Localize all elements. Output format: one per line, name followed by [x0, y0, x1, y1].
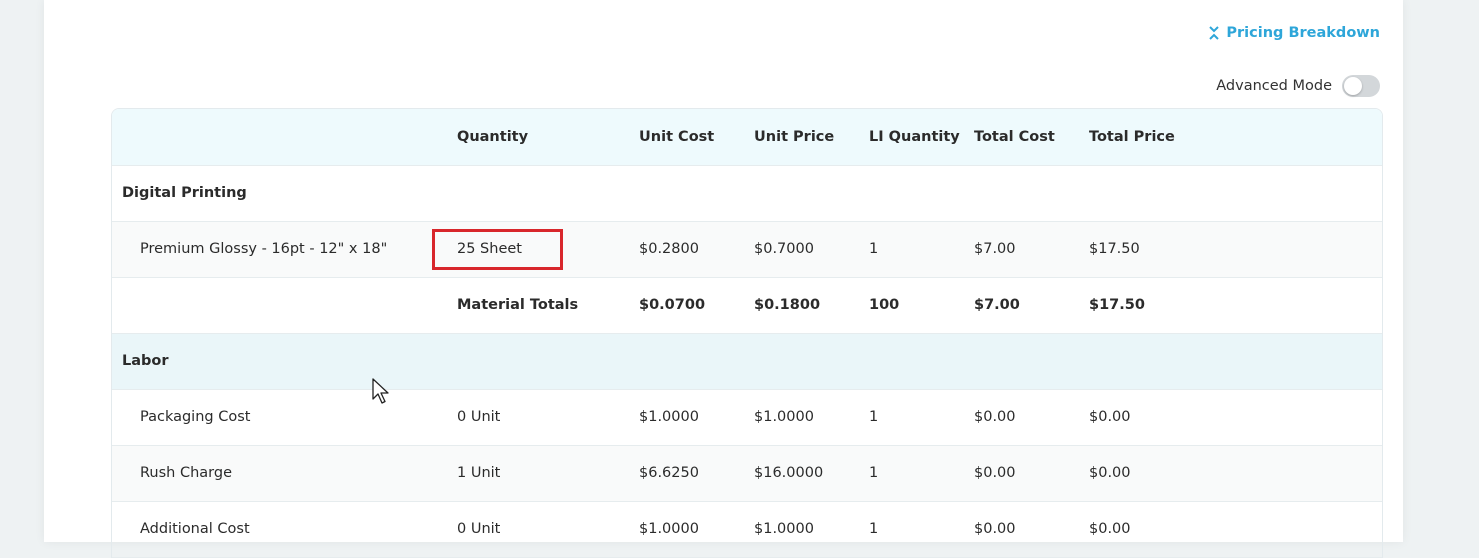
table-row: Additional Cost 0 Unit $1.0000 $1.0000 1…: [112, 502, 1382, 558]
item-li-quantity: 1: [869, 409, 879, 425]
header-quantity: Quantity: [457, 129, 529, 145]
totals-total-price: $17.50: [1089, 297, 1145, 313]
totals-unit-price: $0.1800: [754, 297, 821, 313]
item-li-quantity: 1: [869, 465, 879, 481]
item-unit-price: $1.0000: [754, 521, 814, 537]
advanced-mode-control: Advanced Mode: [1216, 75, 1380, 97]
section-title: Labor: [122, 353, 169, 369]
totals-li-quantity: 100: [869, 297, 900, 313]
advanced-mode-label: Advanced Mode: [1216, 78, 1332, 94]
table-header-row: Quantity Unit Cost Unit Price LI Quantit…: [112, 109, 1382, 166]
collapse-icon: [1208, 26, 1220, 40]
item-total-cost: $7.00: [974, 241, 1016, 257]
item-unit-cost: $1.0000: [639, 521, 699, 537]
toggle-knob: [1344, 77, 1362, 95]
section-labor: Labor: [112, 334, 1382, 390]
item-total-price: $17.50: [1089, 241, 1140, 257]
item-total-cost: $0.00: [974, 521, 1016, 537]
table-row: Packaging Cost 0 Unit $1.0000 $1.0000 1 …: [112, 390, 1382, 446]
item-unit-cost: $1.0000: [639, 409, 699, 425]
section-digital-printing: Digital Printing: [112, 166, 1382, 222]
item-unit-cost: $6.6250: [639, 465, 699, 481]
mouse-cursor-icon: [372, 378, 392, 410]
material-totals-row: Material Totals $0.0700 $0.1800 100 $7.0…: [112, 278, 1382, 334]
pricing-card: Pricing Breakdown Advanced Mode Quantity…: [44, 0, 1403, 558]
item-name: Premium Glossy - 16pt - 12" x 18": [140, 241, 388, 257]
item-total-price: $0.00: [1089, 465, 1131, 481]
header-total-cost: Total Cost: [974, 129, 1055, 145]
item-unit-price: $1.0000: [754, 409, 814, 425]
item-li-quantity: 1: [869, 241, 879, 257]
item-unit-cost: $0.2800: [639, 241, 699, 257]
table-row: Rush Charge 1 Unit $6.6250 $16.0000 1 $0…: [112, 446, 1382, 502]
item-total-cost: $0.00: [974, 409, 1016, 425]
header-unit-price: Unit Price: [754, 129, 835, 145]
pricing-breakdown-label: Pricing Breakdown: [1226, 25, 1380, 41]
header-total-price: Total Price: [1089, 129, 1175, 145]
pricing-breakdown-link[interactable]: Pricing Breakdown: [1208, 25, 1380, 41]
item-unit-price: $16.0000: [754, 465, 824, 481]
item-quantity[interactable]: 25 Sheet: [457, 222, 522, 277]
totals-total-cost: $7.00: [974, 297, 1020, 313]
section-title: Digital Printing: [122, 185, 247, 201]
totals-unit-cost: $0.0700: [639, 297, 706, 313]
header-li-quantity: LI Quantity: [869, 129, 960, 145]
item-quantity[interactable]: 0 Unit: [457, 390, 500, 445]
totals-label: Material Totals: [457, 297, 579, 313]
advanced-mode-toggle[interactable]: [1342, 75, 1380, 97]
item-total-price: $0.00: [1089, 521, 1131, 537]
table-row: Premium Glossy - 16pt - 12" x 18" 25 She…: [112, 222, 1382, 278]
header-unit-cost: Unit Cost: [639, 129, 715, 145]
item-total-cost: $0.00: [974, 465, 1016, 481]
item-name: Rush Charge: [140, 465, 232, 481]
item-li-quantity: 1: [869, 521, 879, 537]
item-name: Additional Cost: [140, 521, 250, 537]
item-name: Packaging Cost: [140, 409, 251, 425]
item-unit-price: $0.7000: [754, 241, 814, 257]
item-quantity[interactable]: 0 Unit: [457, 502, 500, 557]
item-quantity[interactable]: 1 Unit: [457, 446, 500, 501]
pricing-table: Quantity Unit Cost Unit Price LI Quantit…: [111, 108, 1383, 558]
item-total-price: $0.00: [1089, 409, 1131, 425]
